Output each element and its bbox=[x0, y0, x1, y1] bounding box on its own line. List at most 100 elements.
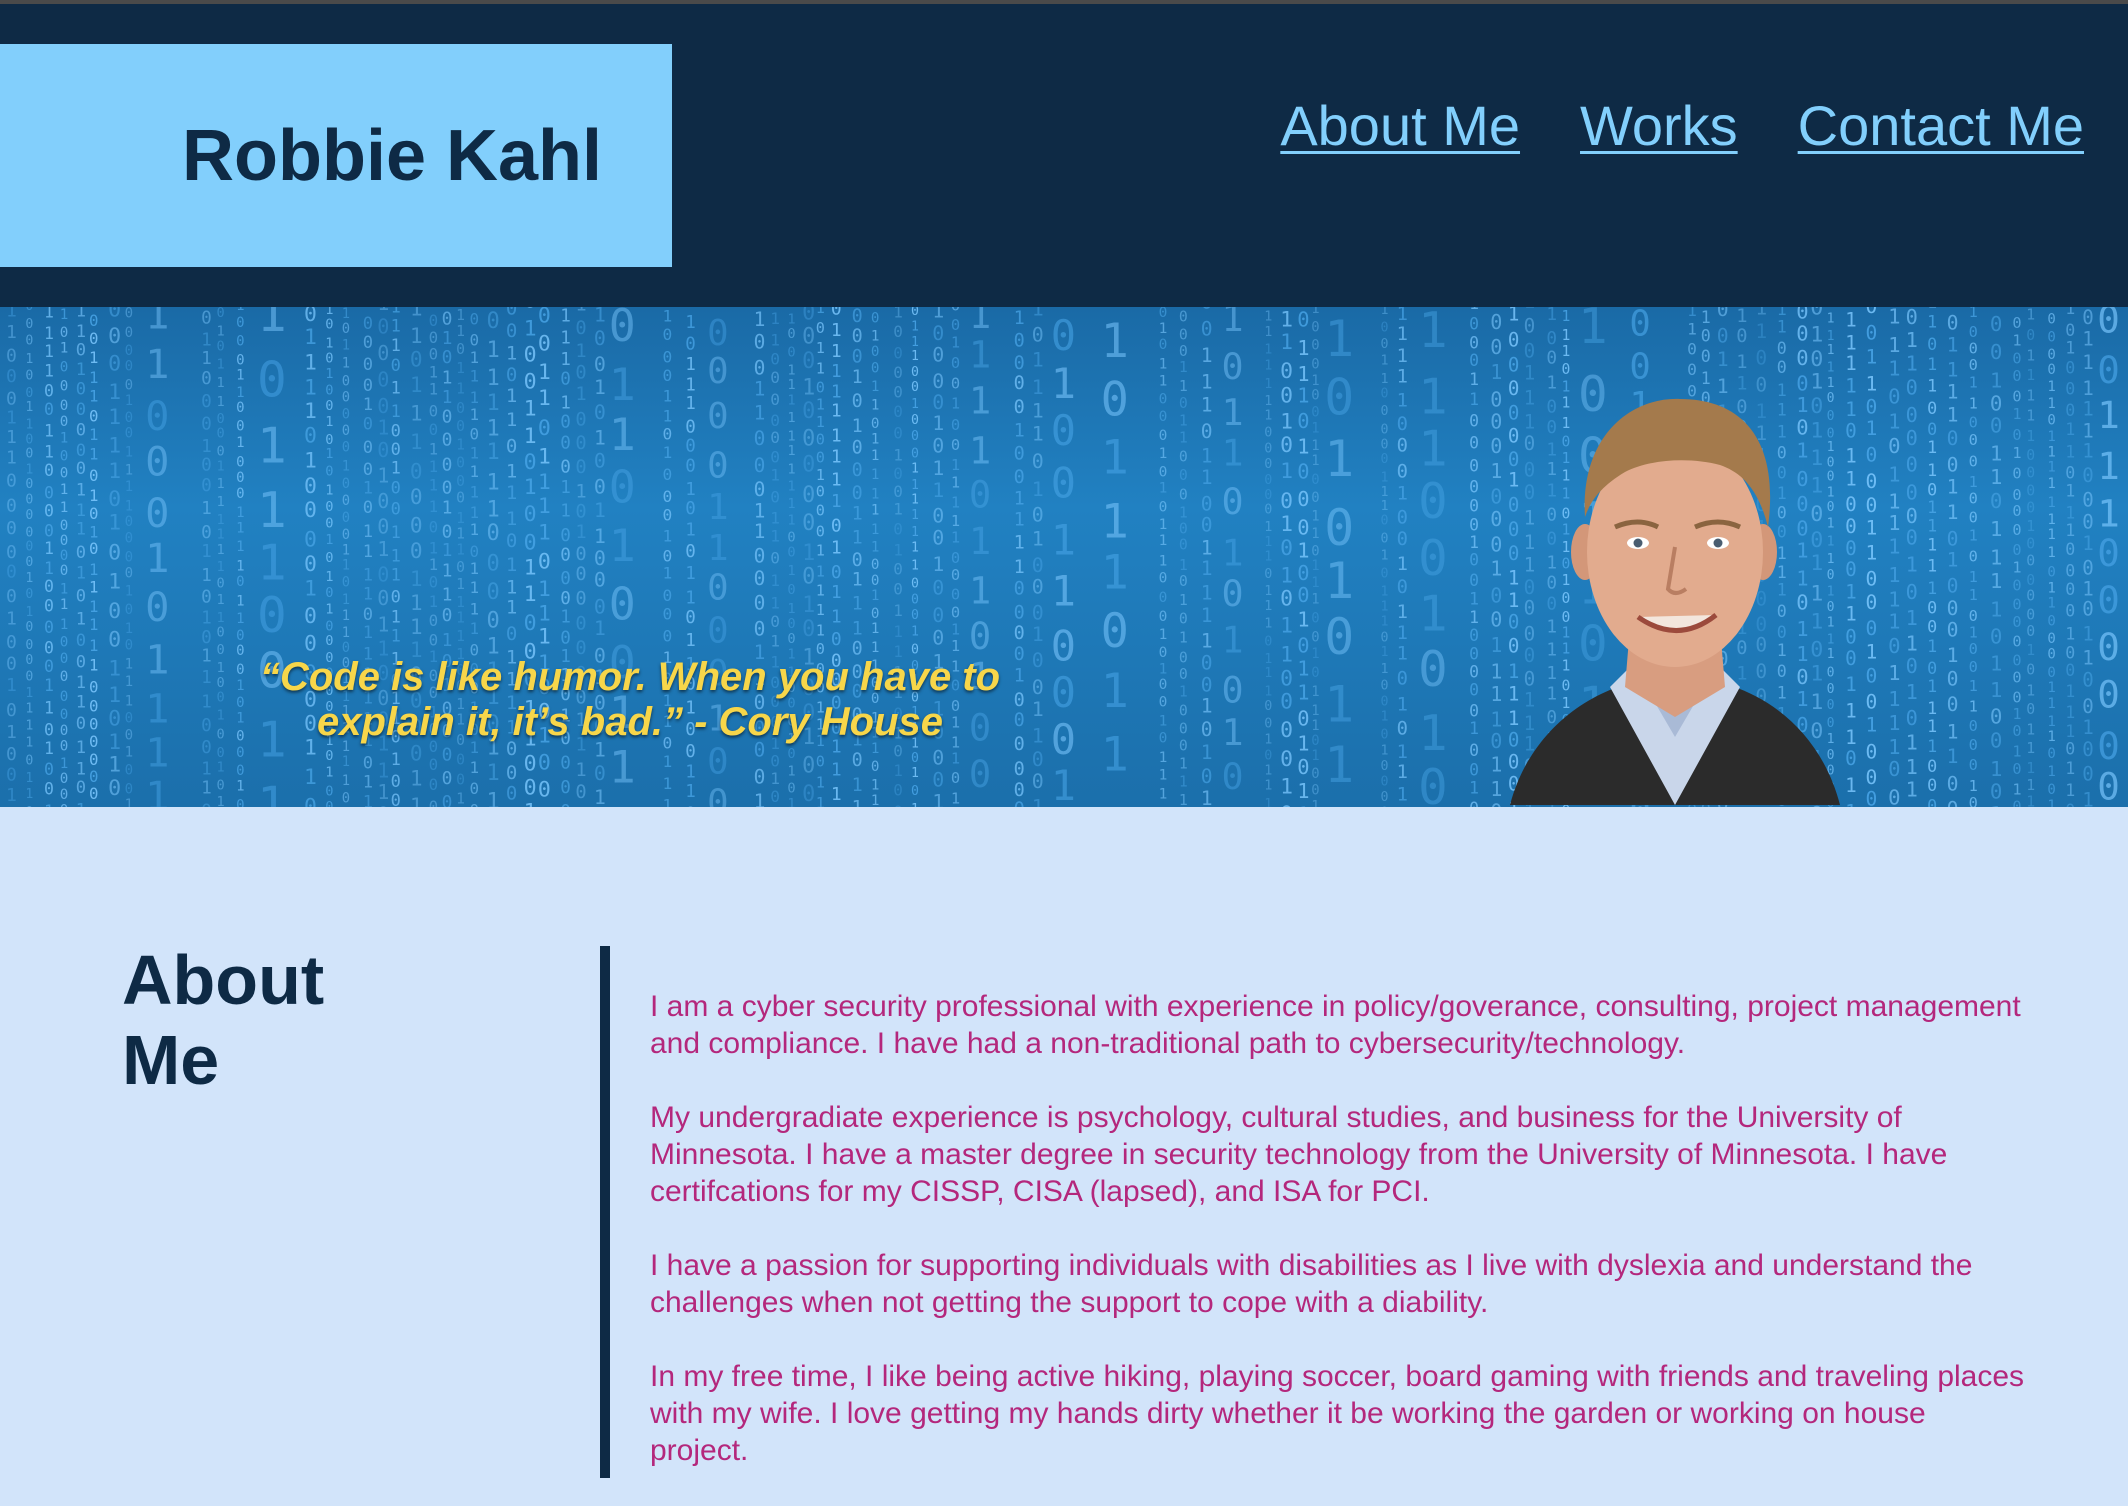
svg-text:1: 1 bbox=[1159, 356, 1168, 372]
svg-text:0: 0 bbox=[1311, 629, 1319, 645]
svg-text:0: 0 bbox=[2097, 531, 2120, 575]
svg-text:0: 0 bbox=[60, 635, 69, 651]
svg-text:0: 0 bbox=[1381, 532, 1389, 547]
svg-text:1: 1 bbox=[2082, 647, 2094, 670]
svg-text:0: 0 bbox=[1051, 715, 1076, 764]
svg-text:0: 0 bbox=[1201, 317, 1213, 340]
svg-text:0: 0 bbox=[1906, 426, 1918, 450]
svg-text:1: 1 bbox=[852, 527, 863, 548]
svg-text:1: 1 bbox=[25, 571, 33, 586]
svg-text:1: 1 bbox=[1990, 369, 2003, 393]
svg-text:0: 0 bbox=[1381, 404, 1389, 419]
svg-text:1: 1 bbox=[145, 340, 169, 388]
svg-text:0: 0 bbox=[2065, 580, 2075, 599]
svg-text:0: 0 bbox=[1777, 339, 1787, 358]
svg-text:0: 0 bbox=[2012, 668, 2021, 686]
svg-text:0: 0 bbox=[1280, 489, 1293, 514]
svg-text:1: 1 bbox=[1311, 748, 1319, 764]
svg-text:1: 1 bbox=[560, 607, 571, 627]
svg-text:0: 0 bbox=[1201, 718, 1213, 741]
svg-text:0: 0 bbox=[108, 776, 121, 801]
svg-text:0: 0 bbox=[1866, 788, 1878, 808]
svg-text:0: 0 bbox=[2065, 540, 2075, 559]
svg-text:0: 0 bbox=[201, 587, 212, 607]
svg-text:0: 0 bbox=[391, 356, 401, 376]
svg-text:0: 0 bbox=[685, 542, 696, 562]
svg-text:0: 0 bbox=[108, 324, 121, 349]
svg-text:0: 0 bbox=[363, 355, 373, 375]
svg-text:1: 1 bbox=[1179, 504, 1188, 521]
svg-text:1: 1 bbox=[304, 448, 317, 473]
svg-text:1: 1 bbox=[1324, 736, 1354, 794]
svg-text:1: 1 bbox=[89, 560, 98, 579]
svg-text:0: 0 bbox=[6, 366, 17, 387]
nav-link-contact-me[interactable]: Contact Me bbox=[1798, 98, 2084, 154]
svg-text:0: 0 bbox=[76, 587, 86, 607]
svg-text:0: 0 bbox=[663, 325, 673, 344]
svg-text:1: 1 bbox=[1546, 307, 1557, 325]
svg-text:1: 1 bbox=[1311, 703, 1319, 719]
svg-text:0: 0 bbox=[663, 546, 673, 565]
svg-text:0: 0 bbox=[1418, 472, 1448, 530]
svg-text:1: 1 bbox=[1179, 378, 1188, 395]
svg-text:0: 0 bbox=[816, 752, 825, 770]
svg-text:1: 1 bbox=[1888, 661, 1900, 685]
svg-text:1: 1 bbox=[108, 459, 121, 484]
svg-text:0: 0 bbox=[1947, 619, 1959, 642]
nav-link-works[interactable]: Works bbox=[1580, 98, 1738, 154]
svg-text:0: 0 bbox=[1051, 621, 1076, 670]
svg-text:1: 1 bbox=[1927, 437, 1937, 457]
svg-text:1: 1 bbox=[456, 360, 465, 377]
svg-text:0: 0 bbox=[342, 574, 350, 590]
svg-text:0: 0 bbox=[201, 523, 212, 543]
svg-text:0: 0 bbox=[893, 402, 903, 421]
svg-text:0: 0 bbox=[342, 476, 350, 492]
svg-text:0: 0 bbox=[2082, 763, 2094, 786]
svg-text:0: 0 bbox=[802, 754, 815, 779]
svg-text:0: 0 bbox=[1159, 609, 1168, 625]
svg-text:0: 0 bbox=[506, 783, 517, 805]
svg-text:0: 0 bbox=[1866, 690, 1878, 713]
svg-text:0: 0 bbox=[1222, 480, 1244, 523]
svg-text:1: 1 bbox=[304, 765, 317, 790]
svg-text:0: 0 bbox=[802, 453, 815, 478]
svg-text:1: 1 bbox=[410, 793, 423, 807]
svg-text:1: 1 bbox=[2012, 743, 2021, 761]
svg-text:1: 1 bbox=[89, 656, 98, 675]
svg-text:0: 0 bbox=[1014, 759, 1025, 780]
svg-text:1: 1 bbox=[60, 431, 69, 447]
svg-text:0: 0 bbox=[707, 445, 729, 486]
svg-text:1: 1 bbox=[1179, 430, 1188, 447]
svg-text:0: 0 bbox=[2012, 613, 2021, 631]
svg-text:1: 1 bbox=[1990, 598, 2003, 622]
svg-text:0: 0 bbox=[201, 456, 212, 476]
svg-text:0: 0 bbox=[145, 583, 169, 631]
svg-text:0: 0 bbox=[524, 502, 537, 527]
svg-text:1: 1 bbox=[1051, 761, 1076, 807]
svg-text:0: 0 bbox=[594, 762, 606, 785]
svg-text:1: 1 bbox=[442, 584, 453, 605]
svg-text:0: 0 bbox=[1397, 435, 1408, 456]
svg-text:0: 0 bbox=[2065, 602, 2075, 621]
svg-text:0: 0 bbox=[1947, 668, 1959, 691]
svg-text:0: 0 bbox=[487, 580, 500, 605]
svg-text:0: 0 bbox=[429, 518, 439, 537]
svg-text:0: 0 bbox=[2026, 482, 2035, 499]
svg-text:1: 1 bbox=[1906, 553, 1918, 577]
svg-text:0: 0 bbox=[342, 791, 350, 807]
svg-text:0: 0 bbox=[893, 482, 903, 501]
svg-text:1: 1 bbox=[2047, 476, 2055, 492]
svg-text:1: 1 bbox=[969, 569, 991, 612]
svg-text:0: 0 bbox=[6, 496, 17, 517]
svg-text:1: 1 bbox=[236, 385, 244, 401]
svg-text:1: 1 bbox=[1159, 714, 1168, 730]
nav-link-about-me[interactable]: About Me bbox=[1280, 98, 1520, 154]
svg-text:0: 0 bbox=[44, 779, 54, 798]
svg-text:0: 0 bbox=[377, 438, 389, 462]
svg-text:1: 1 bbox=[125, 498, 134, 514]
svg-text:0: 0 bbox=[560, 569, 571, 589]
svg-text:1: 1 bbox=[236, 367, 244, 383]
svg-text:0: 0 bbox=[852, 326, 863, 347]
svg-text:1: 1 bbox=[410, 307, 423, 320]
svg-text:1: 1 bbox=[575, 805, 586, 807]
